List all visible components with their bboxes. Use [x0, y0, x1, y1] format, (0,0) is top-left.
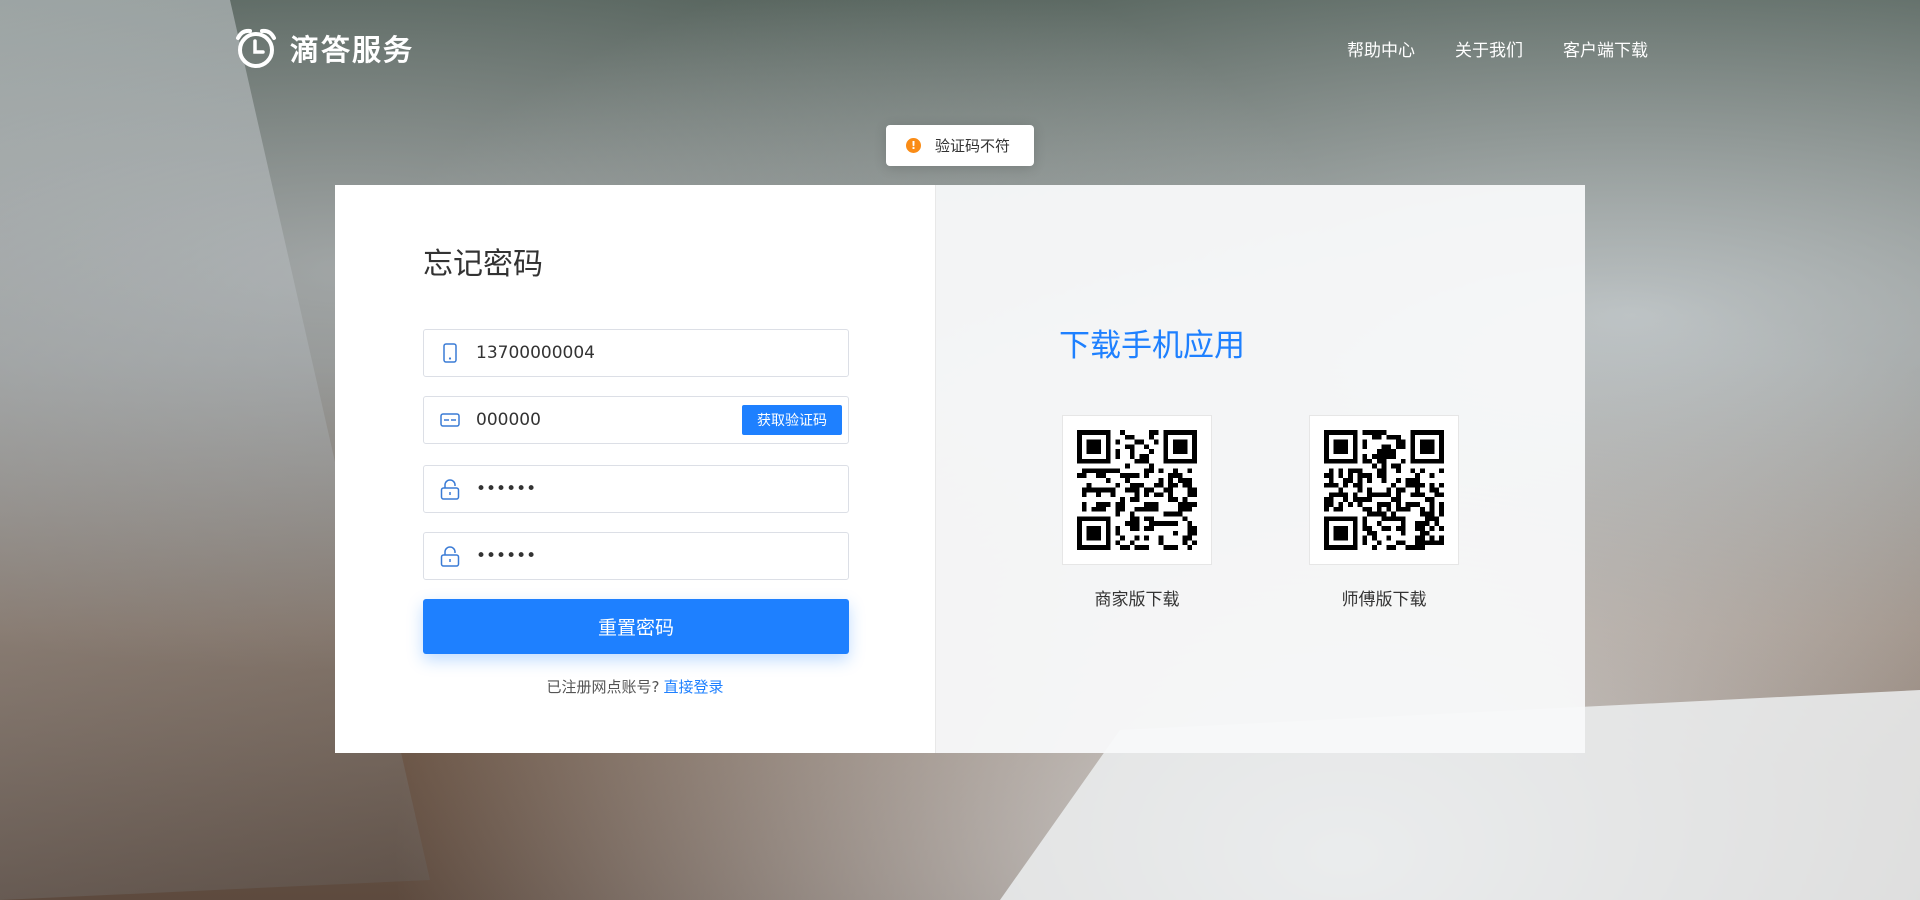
toast-message: 验证码不符	[935, 137, 1011, 155]
login-hint: 已注册网点账号? 直接登录	[335, 676, 935, 697]
download-title: 下载手机应用	[1059, 328, 1245, 364]
phone-input[interactable]	[474, 342, 848, 364]
phone-icon	[439, 342, 461, 364]
lock-icon	[439, 545, 461, 567]
qr-code-icon	[1324, 430, 1444, 550]
alarm-clock-icon	[234, 26, 278, 70]
login-hint-text: 已注册网点账号?	[546, 678, 660, 696]
nav-help-center[interactable]: 帮助中心	[1347, 36, 1415, 61]
card-icon	[439, 409, 461, 431]
master-download-label: 师傅版下载	[1341, 590, 1427, 610]
reset-form-panel: 忘记密码 获取验证码	[335, 185, 935, 753]
master-qr-code	[1309, 415, 1459, 565]
brand-logo[interactable]: 滴答服务	[234, 26, 414, 70]
get-code-button[interactable]: 获取验证码	[742, 405, 842, 435]
reset-password-card: 忘记密码 获取验证码	[335, 185, 1585, 753]
merchant-download-label: 商家版下载	[1094, 590, 1180, 610]
login-link[interactable]: 直接登录	[663, 678, 723, 696]
verification-code-field[interactable]: 获取验证码	[423, 396, 849, 444]
page-title: 忘记密码	[423, 247, 543, 282]
header: 滴答服务 帮助中心 关于我们 客户端下载	[0, 0, 1920, 96]
confirm-password-field[interactable]	[423, 532, 849, 580]
merchant-app-download: 商家版下载	[1062, 415, 1212, 610]
top-nav: 帮助中心 关于我们 客户端下载	[1347, 36, 1648, 61]
download-panel: 下载手机应用 商家版下载 师傅版下载	[935, 185, 1585, 753]
password-input[interactable]	[474, 478, 848, 500]
phone-field[interactable]	[423, 329, 849, 377]
warning-icon: !	[906, 138, 921, 153]
error-toast: ! 验证码不符	[886, 125, 1034, 166]
qr-code-icon	[1077, 430, 1197, 550]
nav-about-us[interactable]: 关于我们	[1455, 36, 1523, 61]
reset-password-button[interactable]: 重置密码	[423, 599, 849, 654]
nav-client-download[interactable]: 客户端下载	[1563, 36, 1648, 61]
password-field[interactable]	[423, 465, 849, 513]
brand-name: 滴答服务	[290, 33, 415, 67]
merchant-qr-code	[1062, 415, 1212, 565]
lock-icon	[439, 478, 461, 500]
confirm-password-input[interactable]	[474, 545, 848, 567]
verification-code-input[interactable]	[474, 409, 742, 431]
master-app-download: 师傅版下载	[1309, 415, 1459, 610]
